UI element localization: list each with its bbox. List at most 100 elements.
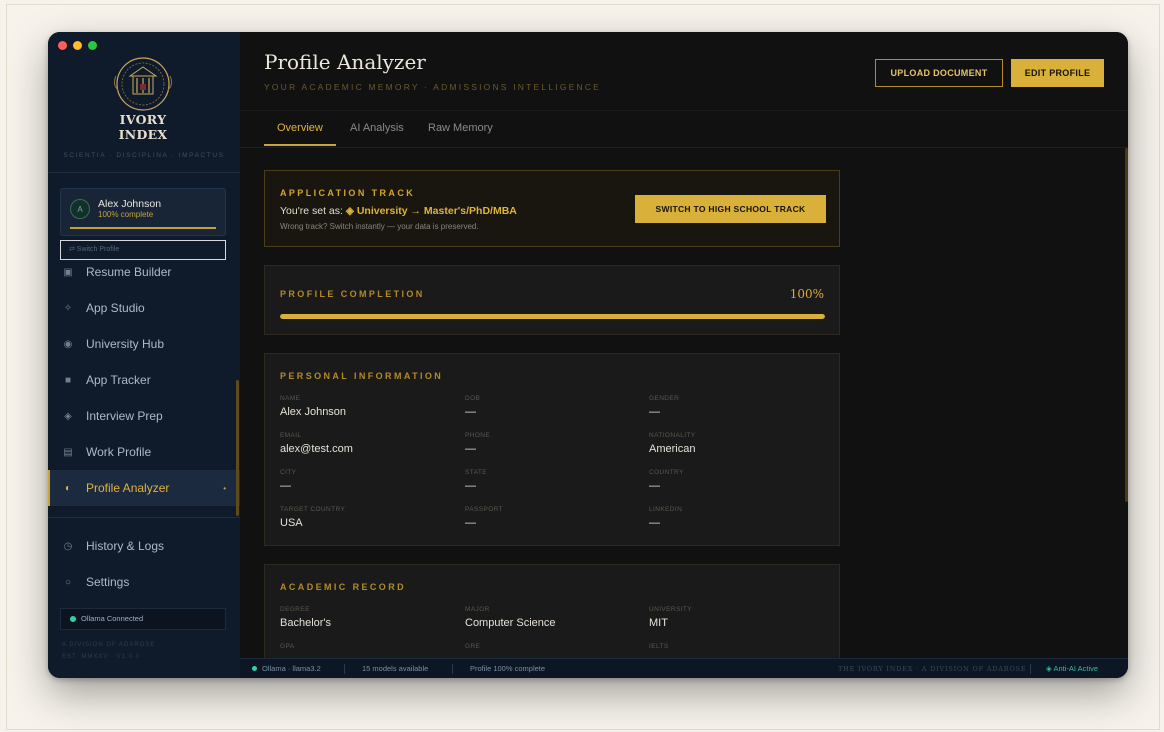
sidebar-footer-division: A DIVISION OF ADAROSE [62,642,156,648]
field-dob: DOB — [465,395,480,418]
sidebar-item-profile-analyzer[interactable]: ◐ Profile Analyzer • [48,470,240,506]
field-value: Computer Science [465,617,556,629]
logo-wordmark: IVORY INDEX [118,112,168,142]
sidebar-item-app-studio[interactable]: ✧ App Studio [48,290,240,326]
track-current: You're set as: ◈ University → Master's/P… [280,205,517,217]
field-value: Bachelor's [280,617,332,629]
completion-title: PROFILE COMPLETION [280,289,425,299]
edit-profile-button[interactable]: EDIT PROFILE [1011,59,1104,87]
window-controls [58,41,97,50]
field-gpa: GPA [280,643,294,654]
sidebar-item-interview-prep[interactable]: ◈ Interview Prep [48,398,240,434]
field-passport: PASSPORT — [465,506,503,529]
completion-value: 100% [789,287,824,301]
tab-bar: Overview AI Analysis Raw Memory [240,110,1128,148]
status-separator [452,664,453,674]
sidebar-item-label: Profile Analyzer [86,481,170,495]
field-label: EMAIL [280,432,302,439]
active-indicator-icon: • [223,483,226,493]
tab-raw-memory[interactable]: Raw Memory [428,111,493,146]
field-label: DEGREE [280,606,310,613]
personal-title: PERSONAL INFORMATION [280,371,444,381]
profile-progress-bar [70,227,216,229]
minimize-window-button[interactable] [73,41,82,50]
content-scrollbar[interactable] [1125,148,1128,502]
sidebar-footer-version: EST. MMXXV · V1.0.0 [62,654,141,660]
field-gender: GENDER — [649,395,679,418]
status-separator [344,664,345,674]
field-linkedin: LINKEDIN — [649,506,682,529]
status-separator [1030,664,1031,674]
clock-icon: ◷ [63,540,73,552]
app-window: IVORY INDEX SCIENTIA · DISCIPLINA · IMPA… [48,32,1128,678]
maximize-window-button[interactable] [88,41,97,50]
half-circle-icon: ◐ [64,482,72,494]
sidebar-item-resume-builder[interactable]: ▣ Resume Builder [48,254,240,290]
close-window-button[interactable] [58,41,67,50]
track-value: ◈ University → Master's/PhD/MBA [345,205,517,217]
field-label: GENDER [649,395,680,402]
tab-ai-analysis[interactable]: AI Analysis [350,111,404,146]
completion-progress-fill [280,314,825,319]
sidebar-item-history-logs[interactable]: ◷ History & Logs [48,528,240,564]
field-value: — [465,443,476,455]
page-title: Profile Analyzer [264,50,426,74]
field-label: LINKEDIN [649,506,683,513]
switch-track-button[interactable]: SWITCH TO HIGH SCHOOL TRACK [635,195,826,223]
field-value: — [465,480,476,492]
sparkle-icon: ✧ [63,302,73,314]
status-bar: Ollama · llama3.2 15 models available Pr… [240,658,1128,678]
briefcase-icon: ▤ [63,446,73,458]
divider [48,517,240,518]
page-header: Profile Analyzer YOUR ACADEMIC MEMORY · … [240,32,1128,110]
field-label: NATIONALITY [649,432,696,439]
sidebar-scrollbar[interactable] [236,380,239,516]
field-email: EMAIL alex@test.com [280,432,353,455]
main-panel: Profile Analyzer YOUR ACADEMIC MEMORY · … [240,32,1128,678]
field-label: NAME [280,395,301,402]
field-nationality: NATIONALITY American [649,432,696,455]
field-value: USA [280,517,303,529]
academic-title: ACADEMIC RECORD [280,582,406,592]
sidebar: IVORY INDEX SCIENTIA · DISCIPLINA · IMPA… [48,32,241,678]
model-status-dot-icon [252,666,257,671]
ivory-index-logo: IVORY INDEX [98,54,188,142]
field-label: STATE [465,469,487,476]
field-ielts: IELTS [649,643,669,654]
track-prefix: You're set as: [280,205,346,217]
field-degree: DEGREE Bachelor's [280,606,331,629]
tab-overview[interactable]: Overview [264,111,336,146]
application-track-card: APPLICATION TRACK You're set as: ◈ Unive… [264,170,840,247]
field-label: PASSPORT [465,506,503,513]
field-state: STATE — [465,469,487,492]
sidebar-item-settings[interactable]: ○ Settings [48,564,240,600]
personal-information-card: PERSONAL INFORMATION NAME Alex Johnson DOB… [264,353,840,546]
tracker-icon: ■ [64,374,72,386]
profile-name: Alex Johnson [98,198,162,210]
upload-document-button[interactable]: UPLOAD DOCUMENT [875,59,1003,87]
track-note: Wrong track? Switch instantly — your dat… [280,222,479,231]
field-value: — [465,517,476,529]
sidebar-item-label: Interview Prep [86,409,163,423]
gear-icon: ○ [64,576,72,588]
field-gre: GRE [465,643,480,654]
profile-card[interactable]: A Alex Johnson 100% complete [60,188,226,236]
sidebar-item-label: Work Profile [86,445,152,459]
ollama-status: Ollama Connected [60,608,226,630]
field-label: IELTS [649,643,669,650]
anti-ai-status: ◈ Anti-AI Active [1046,664,1099,673]
field-major: MAJOR Computer Science [465,606,556,629]
profile-completion-text: 100% complete [98,210,154,219]
completion-progress-bar [280,314,825,319]
status-brand: THE IVORY INDEX · A DIVISION OF ADAROSE [838,665,1027,673]
sidebar-item-work-profile[interactable]: ▤ Work Profile [48,434,240,470]
sidebar-item-label: University Hub [86,337,165,351]
field-value: — [649,406,660,418]
sidebar-item-university-hub[interactable]: ◉ University Hub [48,326,240,362]
page-subtitle: YOUR ACADEMIC MEMORY · ADMISSIONS INTELL… [264,82,602,92]
field-label: MAJOR [465,606,490,613]
avatar: A [70,199,90,219]
divider [48,172,240,173]
field-city: CITY — [280,469,296,492]
sidebar-item-app-tracker[interactable]: ■ App Tracker [48,362,240,398]
